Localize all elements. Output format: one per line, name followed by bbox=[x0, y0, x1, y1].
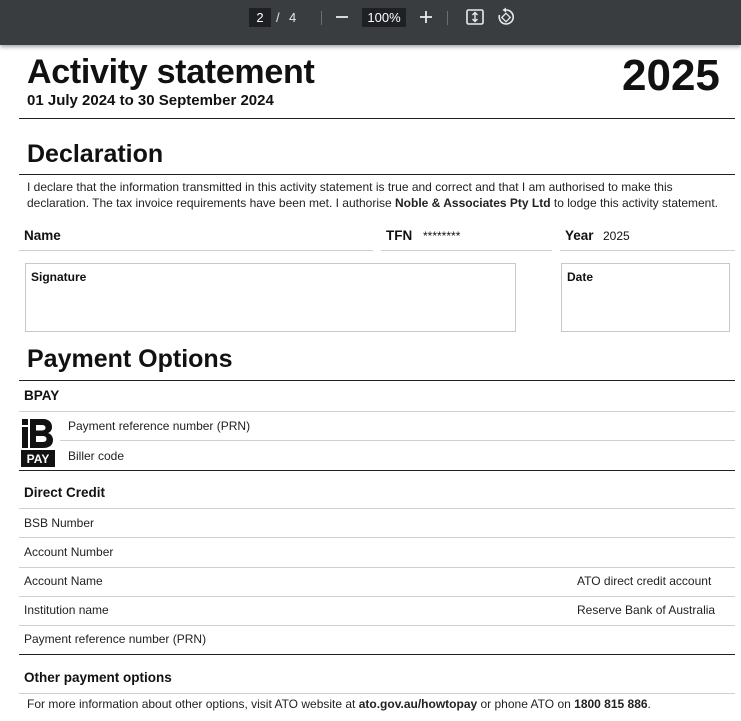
bsb-number-label: BSB Number bbox=[24, 516, 95, 530]
ato-website-link[interactable]: ato.gov.au/howtopay bbox=[359, 697, 477, 711]
account-number-label: Account Number bbox=[24, 545, 114, 559]
toolbar-divider bbox=[321, 11, 322, 25]
table-row-divider bbox=[19, 537, 735, 538]
plus-icon bbox=[420, 11, 432, 23]
direct-credit-divider bbox=[19, 508, 735, 509]
tfn-value: ******** bbox=[423, 229, 461, 243]
zoom-level-input[interactable]: 100% bbox=[362, 8, 406, 27]
bpay-logo-text: PAY bbox=[26, 452, 50, 466]
agent-name: Noble & Associates Pty Ltd bbox=[395, 196, 551, 210]
fit-to-page-button[interactable] bbox=[464, 6, 486, 28]
declaration-rule bbox=[19, 174, 735, 175]
institution-name-value: Reserve Bank of Australia bbox=[577, 603, 716, 617]
fit-page-icon bbox=[466, 9, 484, 25]
bpay-divider bbox=[19, 411, 735, 412]
ato-phone-number: 1800 815 886 bbox=[574, 697, 648, 711]
statement-title: Activity statement bbox=[27, 53, 315, 91]
signature-label: Signature bbox=[31, 270, 87, 284]
direct-credit-bottom-rule bbox=[19, 654, 735, 655]
zoom-in-button[interactable] bbox=[415, 6, 437, 28]
direct-credit-heading: Direct Credit bbox=[24, 485, 106, 500]
statement-period: 01 July 2024 to 30 September 2024 bbox=[27, 92, 274, 109]
payment-options-heading: Payment Options bbox=[27, 345, 233, 373]
pdf-viewer-toolbar: 2 / 4 100% bbox=[0, 0, 741, 45]
bpay-prn-label: Payment reference number (PRN) bbox=[68, 419, 251, 433]
name-underline bbox=[19, 250, 373, 251]
bpay-row-divider bbox=[60, 440, 735, 441]
date-box[interactable]: Date bbox=[561, 263, 730, 332]
bpay-biller-code-label: Biller code bbox=[68, 449, 125, 463]
toolbar-divider bbox=[447, 11, 448, 25]
total-pages: 4 bbox=[289, 10, 297, 25]
year-label: Year bbox=[565, 228, 594, 243]
account-name-value: ATO direct credit account bbox=[577, 574, 712, 588]
rotate-button[interactable] bbox=[495, 6, 517, 28]
other-payment-text: For more information about other options… bbox=[27, 697, 651, 711]
rotate-icon bbox=[498, 7, 514, 25]
table-row-divider bbox=[19, 625, 735, 626]
date-label: Date bbox=[567, 270, 594, 284]
zoom-out-button[interactable] bbox=[331, 6, 353, 28]
bpay-heading: BPAY bbox=[24, 388, 60, 403]
current-page-input[interactable]: 2 bbox=[249, 8, 271, 27]
payment-rule bbox=[19, 380, 735, 381]
header-rule bbox=[19, 118, 735, 119]
declaration-text: I declare that the information transmitt… bbox=[27, 180, 719, 210]
other-payment-divider bbox=[19, 693, 735, 694]
signature-box[interactable]: Signature bbox=[25, 263, 516, 332]
table-row-divider bbox=[19, 596, 735, 597]
year-value: 2025 bbox=[603, 229, 630, 243]
bpay-bottom-rule bbox=[19, 470, 735, 471]
name-label: Name bbox=[24, 228, 61, 243]
minus-icon bbox=[336, 16, 348, 18]
tfn-underline bbox=[381, 250, 552, 251]
declaration-heading: Declaration bbox=[27, 140, 164, 168]
bpay-logo: PAY bbox=[21, 416, 55, 467]
statement-year: 2025 bbox=[622, 51, 720, 100]
account-name-label: Account Name bbox=[24, 574, 103, 588]
page-separator: / bbox=[276, 10, 280, 25]
direct-credit-prn-label: Payment reference number (PRN) bbox=[24, 632, 207, 646]
tfn-label: TFN bbox=[386, 228, 413, 243]
table-row-divider bbox=[19, 567, 735, 568]
other-payment-heading: Other payment options bbox=[24, 670, 172, 685]
year-underline bbox=[560, 250, 735, 251]
institution-name-label: Institution name bbox=[24, 603, 109, 617]
